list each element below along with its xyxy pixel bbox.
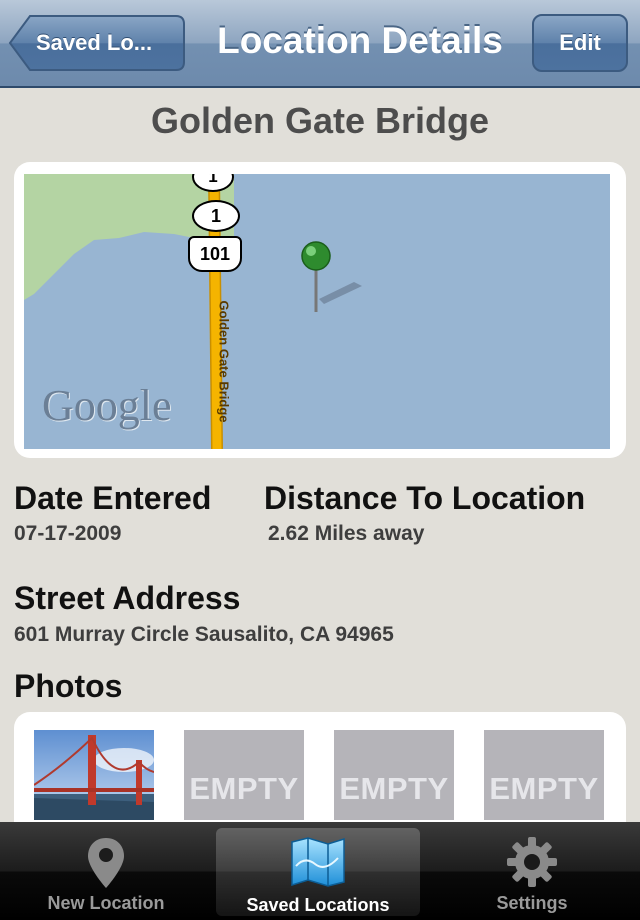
distance-heading: Distance To Location bbox=[264, 480, 586, 516]
edit-button[interactable]: Edit bbox=[532, 14, 628, 72]
tab-saved-locations[interactable]: Saved Locations bbox=[216, 828, 420, 916]
navigation-bar: Saved Lo... Location Details Edit bbox=[0, 0, 640, 88]
tab-new-location[interactable]: New Location bbox=[0, 822, 212, 920]
photos-heading: Photos bbox=[14, 668, 123, 704]
pin-highlight bbox=[306, 246, 316, 256]
gear-icon bbox=[507, 837, 557, 887]
page-title: Location Details bbox=[217, 20, 503, 61]
map-view[interactable]: 1 1 101 Golden Gate Bridge Google bbox=[24, 174, 610, 449]
pin-head bbox=[301, 241, 331, 271]
route-shield-label: 1 bbox=[210, 206, 221, 226]
street-address-value: 601 Murray Circle Sausalito, CA 94965 bbox=[14, 623, 394, 646]
tab-label: Settings bbox=[496, 893, 568, 913]
date-entered-value: 07-17-2009 bbox=[14, 522, 122, 545]
distance-value: 2.62 Miles away bbox=[268, 522, 425, 545]
tab-label: New Location bbox=[47, 893, 165, 913]
photo-thumbnail[interactable] bbox=[34, 730, 154, 820]
map-marker-icon bbox=[88, 838, 124, 888]
road-label: Golden Gate Bridge bbox=[216, 300, 232, 423]
tab-settings[interactable]: Settings bbox=[424, 822, 640, 920]
route-shield-101: 101 bbox=[188, 236, 242, 272]
empty-photo-slot[interactable]: EMPTY bbox=[484, 730, 604, 820]
route-shield-label: 1 bbox=[208, 174, 218, 186]
location-name: Golden Gate Bridge bbox=[150, 100, 490, 141]
tab-bar: New Location Saved Locations Settings bbox=[0, 822, 640, 920]
route-shield-label: 101 bbox=[199, 244, 231, 264]
empty-photo-slot[interactable]: EMPTY bbox=[334, 730, 454, 820]
pin-shadow bbox=[319, 282, 362, 304]
empty-photo-slot[interactable]: EMPTY bbox=[184, 730, 304, 820]
google-watermark: Google bbox=[42, 381, 172, 430]
folded-map-icon bbox=[291, 837, 345, 887]
back-button-label: Saved Lo... bbox=[36, 30, 153, 55]
tab-label: Saved Locations bbox=[246, 895, 390, 915]
date-entered-heading: Date Entered bbox=[14, 480, 212, 516]
bridge-photo bbox=[34, 730, 154, 820]
street-address-heading: Street Address bbox=[14, 580, 241, 616]
route-shield-1b: 1 bbox=[192, 200, 240, 232]
map-card: 1 1 101 Golden Gate Bridge Google bbox=[14, 162, 626, 458]
back-button[interactable]: Saved Lo... bbox=[8, 14, 186, 72]
